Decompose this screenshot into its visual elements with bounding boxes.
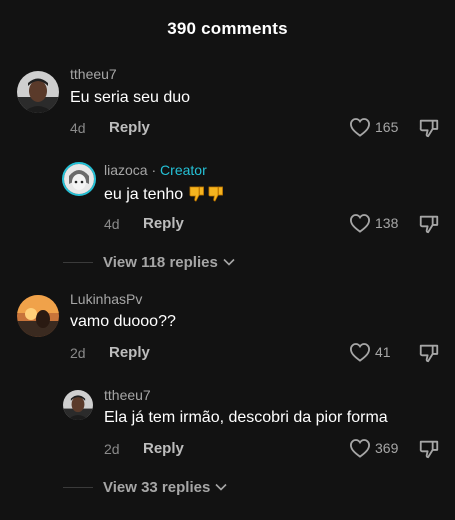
comment-age: 4d — [104, 216, 120, 232]
comment-text-body: eu ja tenho — [104, 186, 184, 203]
avatar-man-icon — [63, 390, 93, 420]
comment-age: 2d — [70, 345, 86, 361]
heart-icon — [349, 438, 371, 458]
like-button[interactable]: 138 — [349, 213, 398, 233]
comment-text: Ela já tem irmão, descobri da pior forma — [104, 409, 388, 426]
comment-username[interactable]: ttheeu7 — [70, 66, 117, 82]
replies-divider — [63, 262, 93, 263]
like-count: 369 — [375, 440, 399, 456]
like-count: 165 — [375, 119, 399, 135]
like-count: 138 — [375, 215, 399, 231]
reply-button[interactable]: Reply — [143, 440, 184, 457]
comment-username[interactable]: LukinhasPv — [70, 291, 142, 307]
view-replies-button[interactable]: View 118 replies — [103, 253, 235, 271]
comments-count-title: 390 comments — [167, 19, 288, 38]
heart-icon — [349, 213, 371, 233]
thumbs-down-emoji-icon — [189, 184, 227, 207]
avatar[interactable] — [17, 295, 59, 337]
dislike-icon[interactable] — [418, 342, 440, 364]
comment-text: vamo duooo?? — [70, 313, 176, 330]
heart-icon — [349, 117, 371, 137]
comment-age: 4d — [70, 120, 86, 136]
avatar-man-icon — [17, 71, 59, 113]
avatar-sunset-icon — [17, 295, 59, 337]
comment-username[interactable]: ttheeu7 — [104, 387, 151, 403]
creator-badge: Creator — [160, 162, 207, 178]
like-button[interactable]: 369 — [349, 438, 398, 458]
avatar-anime-icon — [64, 164, 94, 194]
replies-divider — [63, 487, 93, 488]
comment-text: eu ja tenho — [104, 184, 227, 207]
reply-button[interactable]: Reply — [109, 344, 150, 361]
dislike-icon[interactable] — [418, 213, 440, 235]
comment-age: 2d — [104, 441, 120, 457]
like-count: 41 — [375, 344, 391, 360]
avatar[interactable] — [62, 162, 96, 196]
avatar[interactable] — [63, 390, 93, 420]
view-replies-button[interactable]: View 33 replies — [103, 478, 227, 496]
comments-sheet: 390 comments ttheeu7 Eu seria seu duo 4d… — [0, 0, 455, 520]
comment-username: liazoca · Creator — [104, 162, 207, 178]
chevron-down-icon — [223, 253, 235, 271]
like-button[interactable]: 165 — [349, 117, 398, 137]
comment-text: Eu seria seu duo — [70, 89, 191, 106]
avatar[interactable] — [17, 71, 59, 113]
dislike-icon[interactable] — [418, 438, 440, 460]
reply-username[interactable]: liazoca — [104, 162, 148, 178]
like-button[interactable]: 41 — [349, 342, 391, 362]
username-separator: · — [147, 162, 161, 178]
view-replies-label: View 33 replies — [103, 478, 211, 496]
dislike-icon[interactable] — [418, 117, 440, 139]
reply-button[interactable]: Reply — [109, 119, 150, 136]
view-replies-label: View 118 replies — [103, 253, 218, 271]
chevron-down-icon — [215, 478, 227, 496]
heart-icon — [349, 342, 371, 362]
reply-button[interactable]: Reply — [143, 215, 184, 232]
